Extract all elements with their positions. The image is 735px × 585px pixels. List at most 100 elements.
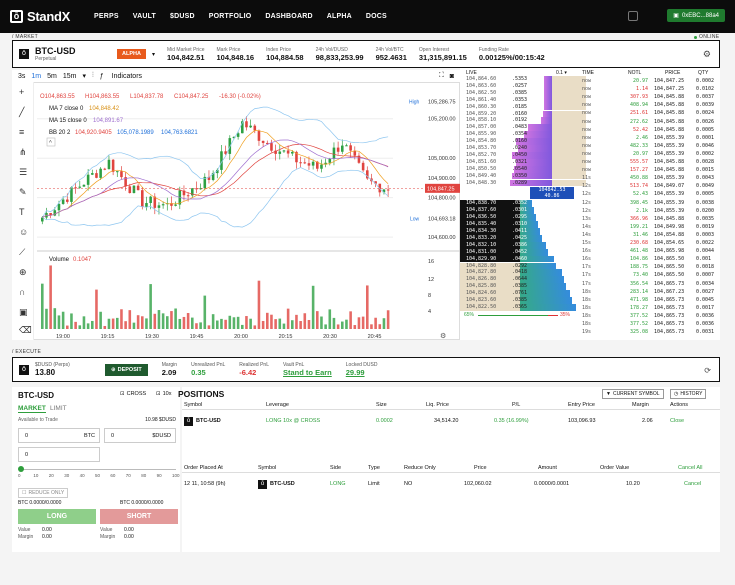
cancel-order-button[interactable]: Cancel bbox=[684, 481, 701, 487]
fib-icon[interactable]: ☰ bbox=[19, 168, 28, 177]
crosshair-icon[interactable]: + bbox=[19, 88, 28, 97]
trade-row[interactable]: 17s 356.54 104,865.73 0.0034 bbox=[460, 281, 720, 288]
trade-row[interactable]: now 272.62 104,845.88 0.0026 bbox=[460, 119, 720, 126]
lock-icon[interactable]: ▣ bbox=[19, 308, 28, 317]
nav-link-portfolio[interactable]: PORTFOLIO bbox=[209, 13, 252, 20]
trade-row[interactable]: 12s 52.43 104,855.39 0.0005 bbox=[460, 191, 720, 198]
trade-row[interactable]: now 307.93 104,845.88 0.0037 bbox=[460, 94, 720, 101]
quantity-dusd-input[interactable]: 0 $DUSD bbox=[104, 428, 176, 443]
trade-row[interactable]: 18s 377.52 104,865.73 0.0036 bbox=[460, 321, 720, 328]
trade-row[interactable]: 16s 461.48 104,865.98 0.0044 bbox=[460, 248, 720, 255]
chevron-down-icon[interactable]: ▾ bbox=[152, 51, 155, 58]
interval-3s[interactable]: 3s bbox=[18, 73, 25, 80]
trade-row[interactable]: 17s 188.75 104,865.50 0.0018 bbox=[460, 264, 720, 271]
slider-tick-label[interactable]: 30 bbox=[64, 473, 69, 478]
candle-type-icon[interactable]: ⫶ bbox=[92, 72, 94, 80]
slider-tick-label[interactable]: 80 bbox=[141, 473, 146, 478]
percent-input[interactable]: 0 bbox=[18, 447, 100, 462]
trade-row[interactable]: now 52.42 104,845.88 0.0005 bbox=[460, 127, 720, 134]
fullscreen-icon[interactable]: ⛶ bbox=[439, 72, 444, 80]
trade-row[interactable]: 17s 73.40 104,865.50 0.0007 bbox=[460, 272, 720, 279]
trade-row[interactable]: 18s 283.14 104,867.23 0.0027 bbox=[460, 289, 720, 296]
trade-row[interactable]: 18s 471.98 104,865.73 0.0045 bbox=[460, 297, 720, 304]
trade-row[interactable]: 18s 377.52 104,865.73 0.0036 bbox=[460, 313, 720, 320]
emoji-icon[interactable]: ☺ bbox=[19, 228, 28, 237]
trade-row[interactable]: 18s 178.27 104,865.73 0.0017 bbox=[460, 305, 720, 312]
nav-link-docs[interactable]: DOCS bbox=[366, 13, 387, 20]
slider-tick-label[interactable]: 70 bbox=[126, 473, 131, 478]
nav-link-dusd[interactable]: $DUSD bbox=[170, 13, 195, 20]
trade-row[interactable]: now 20.97 104,855.39 0.0002 bbox=[460, 151, 720, 158]
wallet-button[interactable]: ▣ 0xEBC...88a4 bbox=[667, 9, 725, 22]
settings-gear-icon[interactable]: ⚙ bbox=[703, 49, 711, 60]
indicators-button[interactable]: ƒ Indicators bbox=[100, 73, 148, 80]
cancel-all-button[interactable]: Cancel All bbox=[678, 465, 702, 471]
deposit-button[interactable]: ⊕ DEPOSIT bbox=[105, 363, 148, 376]
reduce-only-toggle[interactable]: ☐ REDUCE ONLY bbox=[18, 488, 69, 498]
short-button[interactable]: SHORT bbox=[100, 509, 178, 524]
camera-icon[interactable]: ◙ bbox=[450, 73, 454, 80]
nav-link-perps[interactable]: PERPS bbox=[94, 13, 119, 20]
trade-row[interactable]: now 1.14 104,847.25 0.0102 bbox=[460, 86, 720, 93]
long-button[interactable]: LONG bbox=[18, 509, 96, 524]
interval-15m[interactable]: 15m bbox=[63, 73, 77, 80]
grid-icon[interactable] bbox=[628, 11, 638, 21]
interval-dropdown-icon[interactable]: ▾ bbox=[83, 72, 87, 80]
refresh-icon[interactable]: ⟳ bbox=[704, 366, 711, 375]
quantity-btc-input[interactable]: 0 BTC bbox=[18, 428, 100, 443]
tab-market[interactable]: MARKET bbox=[18, 405, 46, 413]
slider-handle[interactable] bbox=[18, 466, 24, 472]
history-button[interactable]: ◷ HISTORY bbox=[670, 389, 707, 399]
slider-tick-label[interactable]: 60 bbox=[110, 473, 115, 478]
candlestick-svg[interactable]: 105,200.00 105,000.00 104,800.00 104,600.00… bbox=[13, 83, 461, 341]
leverage-button[interactable]: ⊡ 10x bbox=[156, 391, 171, 397]
trade-row[interactable]: 11s 450.88 104,855.39 0.0043 bbox=[460, 175, 720, 182]
zoom-icon[interactable]: ⊕ bbox=[19, 268, 28, 277]
table-row[interactable]: ō BTC-USD LONG 10x @ CROSS 0.0002 34,514… bbox=[182, 412, 720, 426]
trade-row[interactable]: now 20.97 104,847.25 0.0002 bbox=[460, 78, 720, 85]
trendline-icon[interactable]: ╱ bbox=[19, 108, 28, 117]
nav-link-alpha[interactable]: ALPHA bbox=[327, 13, 352, 20]
trade-row[interactable]: 14s 31.46 104,854.88 0.0003 bbox=[460, 232, 720, 239]
slider-tick-label[interactable]: 10 bbox=[33, 473, 38, 478]
slider-tick-label[interactable]: 50 bbox=[95, 473, 100, 478]
tab-limit[interactable]: LIMIT bbox=[50, 405, 67, 412]
interval-1m[interactable]: 1m bbox=[31, 73, 41, 80]
trade-row[interactable]: 13s 366.96 104,845.88 0.0035 bbox=[460, 216, 720, 223]
trade-row[interactable]: 19s 325.08 104,865.73 0.0031 bbox=[460, 329, 720, 336]
slider-tick-label[interactable]: 100 bbox=[172, 473, 180, 478]
horizontal-line-icon[interactable]: ≡ bbox=[19, 128, 28, 137]
slider-tick-label[interactable]: 40 bbox=[80, 473, 85, 478]
trade-row[interactable]: 14s 199.21 104,849.98 0.0019 bbox=[460, 224, 720, 231]
table-row[interactable]: 12 11, 10:58 (9h) ō BTC-USD LONG Limit N… bbox=[182, 477, 720, 491]
trade-row[interactable]: now 2.46 104,855.39 0.0001 bbox=[460, 135, 720, 142]
slider-tick-label[interactable]: 20 bbox=[49, 473, 54, 478]
logo[interactable]: ō StandX bbox=[10, 9, 88, 24]
magnet-icon[interactable]: ∩ bbox=[19, 288, 28, 297]
trade-row[interactable]: 12s 2.1k 104,855.39 0.0200 bbox=[460, 208, 720, 215]
trade-row[interactable]: now 482.33 104,855.39 0.0046 bbox=[460, 143, 720, 150]
trade-row[interactable]: now 408.94 104,845.88 0.0039 bbox=[460, 102, 720, 109]
slider-tick-label[interactable]: 0 bbox=[18, 473, 21, 478]
trade-row[interactable]: 15s 230.68 104,854.65 0.0022 bbox=[460, 240, 720, 247]
stat-vault-pnl[interactable]: Vault PnL Stand to Earn bbox=[283, 362, 332, 377]
pitchfork-icon[interactable]: ⋔ bbox=[19, 148, 28, 157]
stat-locked-dusd[interactable]: Locked DUSD 29.99 bbox=[346, 362, 378, 377]
nav-link-dashboard[interactable]: DASHBOARD bbox=[265, 13, 312, 20]
trade-row[interactable]: 16s 104.86 104,865.50 0.001 bbox=[460, 256, 720, 263]
size-slider[interactable] bbox=[20, 469, 176, 470]
ruler-icon[interactable]: ⟋ bbox=[19, 248, 28, 257]
margin-mode-button[interactable]: ⊡ CROSS bbox=[120, 391, 146, 397]
close-position-button[interactable]: Close bbox=[670, 418, 684, 424]
price-chart[interactable]: 105,200.00 105,000.00 104,800.00 104,600.00… bbox=[12, 82, 461, 341]
brush-icon[interactable]: ✎ bbox=[19, 188, 28, 197]
interval-5m[interactable]: 5m bbox=[47, 73, 57, 80]
trade-row[interactable]: 12s 398.45 104,855.39 0.0038 bbox=[460, 200, 720, 207]
trash-icon[interactable]: ⌫ bbox=[19, 326, 32, 335]
trade-row[interactable]: now 157.27 104,845.88 0.0015 bbox=[460, 167, 720, 174]
slider-tick-label[interactable]: 90 bbox=[157, 473, 162, 478]
trade-row[interactable]: now 251.61 104,845.88 0.0024 bbox=[460, 110, 720, 117]
trade-row[interactable]: now 555.57 104,845.88 0.0028 bbox=[460, 159, 720, 166]
trade-row[interactable]: 12s 513.74 104,849.07 0.0049 bbox=[460, 183, 720, 190]
ticker-symbol[interactable]: BTC-USD Perpetual bbox=[35, 46, 105, 62]
